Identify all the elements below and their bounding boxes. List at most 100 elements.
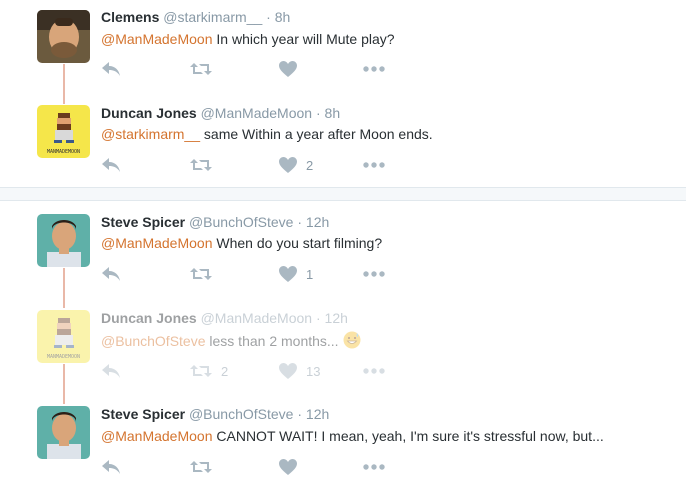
avatar[interactable]: MANMADEMOON	[37, 105, 90, 158]
more-button[interactable]	[363, 361, 385, 381]
tweet-header: Duncan Jones @ManMadeMoon · 12h	[101, 310, 348, 326]
tweet-header: Clemens @starkimarm__ · 8h	[101, 9, 290, 25]
username[interactable]: @ManMadeMoon	[201, 310, 313, 326]
tweet[interactable]: Steve Spicer @BunchOfSteve · 12h @ManMad…	[0, 396, 686, 488]
like-button[interactable]	[279, 457, 306, 477]
timestamp[interactable]: 12h	[325, 310, 348, 326]
heart-icon	[279, 61, 297, 77]
retweet-button[interactable]	[190, 59, 221, 79]
tweet[interactable]: MANMADEMOON Duncan Jones @ManMadeMoon · …	[0, 300, 686, 390]
like-count: 2	[306, 157, 314, 173]
retweet-icon	[190, 159, 212, 171]
reply-icon	[102, 460, 120, 474]
heart-icon	[279, 459, 297, 475]
reply-button[interactable]	[101, 264, 121, 284]
retweet-button[interactable]: 2	[190, 361, 228, 381]
reply-button[interactable]	[101, 457, 121, 477]
mention-link[interactable]: @starkimarm__	[101, 126, 200, 142]
username[interactable]: @BunchOfSteve	[189, 406, 294, 422]
more-button[interactable]	[363, 264, 385, 284]
mention-link[interactable]: @ManMadeMoon	[101, 235, 213, 251]
tweet-actions	[101, 457, 401, 477]
mention-link[interactable]: @ManMadeMoon	[101, 428, 213, 444]
tweet-text-content: less than 2 months...	[205, 333, 339, 349]
avatar[interactable]	[37, 406, 90, 459]
reply-button[interactable]	[101, 361, 121, 381]
avatar[interactable]	[37, 214, 90, 267]
more-icon	[363, 464, 385, 470]
tweet-header: Duncan Jones @ManMadeMoon · 8h	[101, 105, 340, 121]
tweet-text-content: same Within a year after Moon ends.	[200, 126, 433, 142]
retweet-button[interactable]	[190, 264, 221, 284]
tweet-actions: 2 13	[101, 361, 401, 381]
display-name[interactable]: Duncan Jones	[101, 310, 197, 326]
separator-dot: ·	[315, 310, 321, 326]
tweet-text: @BunchOfSteve less than 2 months...	[101, 331, 361, 352]
tweet[interactable]: MANMADEMOON Duncan Jones @ManMadeMoon · …	[0, 96, 686, 186]
grinning-sweat-emoji	[343, 331, 361, 352]
timestamp[interactable]: 8h	[325, 105, 341, 121]
more-icon	[363, 66, 385, 72]
more-button[interactable]	[363, 457, 385, 477]
tweet-actions: 1	[101, 264, 401, 284]
display-name[interactable]: Duncan Jones	[101, 105, 197, 121]
like-button[interactable]	[279, 59, 306, 79]
separator-dot: ·	[297, 214, 303, 230]
username[interactable]: @ManMadeMoon	[201, 105, 313, 121]
like-count: 1	[306, 266, 314, 282]
reply-button[interactable]	[101, 155, 121, 175]
tweet[interactable]: Clemens @starkimarm__ · 8h @ManMadeMoon …	[0, 0, 686, 90]
display-name[interactable]: Steve Spicer	[101, 214, 185, 230]
tweet-text: @starkimarm__ same Within a year after M…	[101, 126, 433, 142]
separator-dot: ·	[297, 406, 303, 422]
more-button[interactable]	[363, 59, 385, 79]
timestamp[interactable]: 12h	[306, 406, 329, 422]
like-count: 13	[306, 363, 321, 379]
retweet-icon	[190, 365, 212, 377]
display-name[interactable]: Clemens	[101, 9, 159, 25]
retweet-button[interactable]	[190, 457, 221, 477]
tweet-header: Steve Spicer @BunchOfSteve · 12h	[101, 406, 329, 422]
tweet[interactable]: Steve Spicer @BunchOfSteve · 12h @ManMad…	[0, 204, 686, 294]
separator-dot: ·	[266, 9, 271, 25]
retweet-count: 2	[221, 363, 229, 379]
reply-icon	[102, 62, 120, 76]
tweet-text-content: When do you start filming?	[212, 235, 383, 251]
heart-icon	[279, 157, 297, 173]
heart-icon	[279, 266, 297, 282]
mention-link[interactable]: @ManMadeMoon	[101, 31, 213, 47]
mention-link[interactable]: @BunchOfSteve	[101, 333, 206, 349]
reply-icon	[102, 364, 120, 378]
display-name[interactable]: Steve Spicer	[101, 406, 185, 422]
tweet-text-content: In which year will Mute play?	[212, 31, 395, 47]
avatar[interactable]	[37, 10, 90, 63]
svg-text:MANMADEMOON: MANMADEMOON	[47, 149, 80, 155]
more-icon	[363, 368, 385, 374]
like-button[interactable]: 2	[279, 155, 313, 175]
more-button[interactable]	[363, 155, 385, 175]
retweet-icon	[190, 461, 212, 473]
separator-dot: ·	[315, 105, 321, 121]
more-icon	[363, 162, 385, 168]
heart-icon	[279, 363, 297, 379]
avatar[interactable]: MANMADEMOON	[37, 310, 90, 363]
tweet-text: @ManMadeMoon When do you start filming?	[101, 235, 382, 251]
like-button[interactable]: 13	[279, 361, 320, 381]
timestamp[interactable]: 12h	[306, 214, 329, 230]
like-button[interactable]: 1	[279, 264, 313, 284]
tweet-text: @ManMadeMoon In which year will Mute pla…	[101, 31, 395, 47]
username[interactable]: @starkimarm__	[163, 9, 262, 25]
reply-icon	[102, 267, 120, 281]
reply-icon	[102, 158, 120, 172]
username[interactable]: @BunchOfSteve	[189, 214, 294, 230]
reply-button[interactable]	[101, 59, 121, 79]
tweet-text-content: CANNOT WAIT! I mean, yeah, I'm sure it's…	[212, 428, 604, 444]
tweet-actions: 2	[101, 155, 401, 175]
tweet-actions	[101, 59, 401, 79]
conversation-divider	[0, 187, 686, 201]
timestamp[interactable]: 8h	[275, 9, 291, 25]
tweet-text: @ManMadeMoon CANNOT WAIT! I mean, yeah, …	[101, 428, 604, 444]
tweet-header: Steve Spicer @BunchOfSteve · 12h	[101, 214, 329, 230]
retweet-icon	[190, 268, 212, 280]
retweet-button[interactable]	[190, 155, 221, 175]
